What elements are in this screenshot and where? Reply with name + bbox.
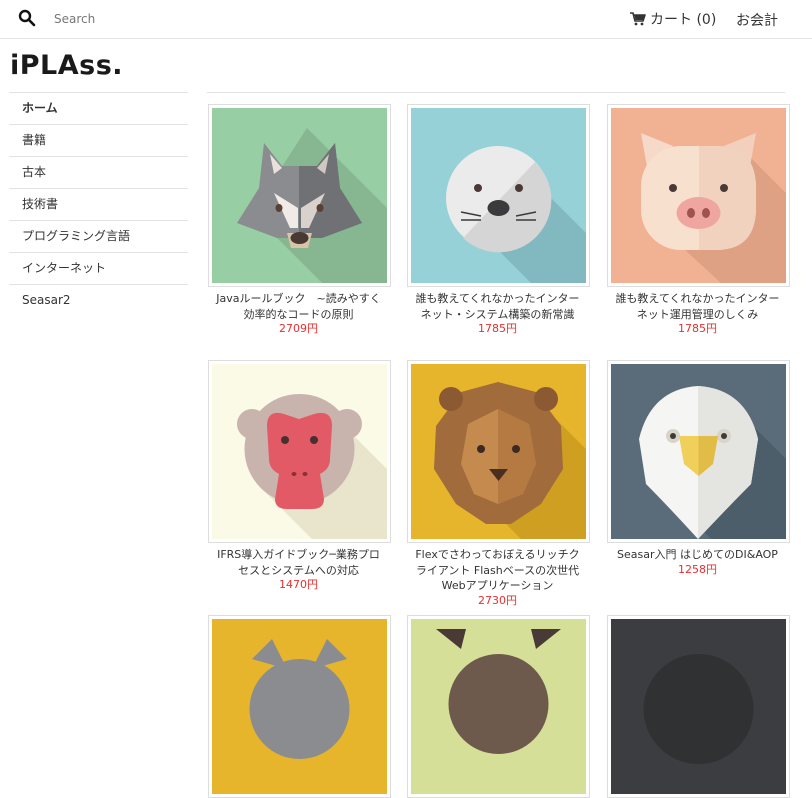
product-card[interactable]: Seasar入門 はじめてのDI&AOP 1258円 [607,360,790,577]
product-thumbnail[interactable] [407,615,590,798]
product-card[interactable]: IFRS導入ガイドブック─業務プロセスとシステムへの対応 1470円 [208,360,391,592]
cart-icon [630,12,646,26]
product-title[interactable]: Flexでさわっておぼえるリッチクライアント Flashベースの次世代Webアプ… [409,547,586,594]
product-card[interactable]: 誰も教えてくれなかったインターネット運用管理のしくみ 1785円 [607,104,790,336]
product-price: 2730円 [478,593,517,607]
monkey-icon [212,364,387,539]
site-logo[interactable]: iPLAss. [10,50,123,81]
top-bar: カート (0) お会計 [0,0,812,39]
wolf-icon [212,108,387,283]
product-title[interactable]: Javaルールブック ~読みやすく効率的なコードの原則 [210,291,387,322]
product-thumbnail[interactable] [607,104,790,287]
eagle-icon [611,364,786,539]
checkout-link[interactable]: お会計 [736,10,778,30]
pig-icon [611,108,786,283]
sidebar-item-books[interactable]: 書籍 [9,124,188,156]
fox-icon [411,619,586,794]
lion-icon [411,364,586,539]
sidebar-item-internet[interactable]: インターネット [9,252,188,284]
content-divider [207,92,785,93]
seal-icon [411,108,586,283]
product-thumbnail[interactable] [607,615,790,798]
product-price: 1785円 [678,322,717,335]
bear-icon [611,619,786,794]
sidebar-item-used-books[interactable]: 古本 [9,156,188,188]
product-price: 1470円 [279,578,318,591]
product-card[interactable]: Flexでさわっておぼえるリッチクライアント Flashベースの次世代Webアプ… [407,360,590,608]
cart-label: カート (0) [650,12,717,28]
cart-link[interactable]: カート (0) [630,9,716,29]
product-title[interactable]: Seasar入門 はじめてのDI&AOP [609,547,786,563]
product-card[interactable] [607,615,790,798]
product-thumbnail[interactable] [407,360,590,543]
product-title[interactable]: 誰も教えてくれなかったインターネット運用管理のしくみ [609,291,786,322]
product-thumbnail[interactable] [208,615,391,798]
product-title[interactable]: 誰も教えてくれなかったインターネット・システム構築の新常識 [409,291,586,322]
search-input[interactable] [46,9,362,29]
sidebar-nav: ホーム 書籍 古本 技術書 プログラミング言語 インターネット Seasar2 [9,92,188,316]
product-card[interactable] [407,615,590,798]
product-thumbnail[interactable] [208,104,391,287]
cat-icon [212,619,387,794]
product-price: 1785円 [478,322,517,335]
product-thumbnail[interactable] [208,360,391,543]
sidebar-item-programming[interactable]: プログラミング言語 [9,220,188,252]
product-price: 2709円 [279,322,318,335]
sidebar-item-tech-books[interactable]: 技術書 [9,188,188,220]
search-icon[interactable] [18,9,36,27]
product-card[interactable]: Javaルールブック ~読みやすく効率的なコードの原則 2709円 [208,104,391,336]
product-thumbnail[interactable] [607,360,790,543]
product-title[interactable]: IFRS導入ガイドブック─業務プロセスとシステムへの対応 [210,547,387,578]
sidebar-item-seasar2[interactable]: Seasar2 [9,284,188,316]
product-card[interactable]: 誰も教えてくれなかったインターネット・システム構築の新常識 1785円 [407,104,590,336]
product-price: 1258円 [678,562,717,576]
product-card[interactable] [208,615,391,798]
sidebar-item-home[interactable]: ホーム [9,92,188,124]
product-thumbnail[interactable] [407,104,590,287]
